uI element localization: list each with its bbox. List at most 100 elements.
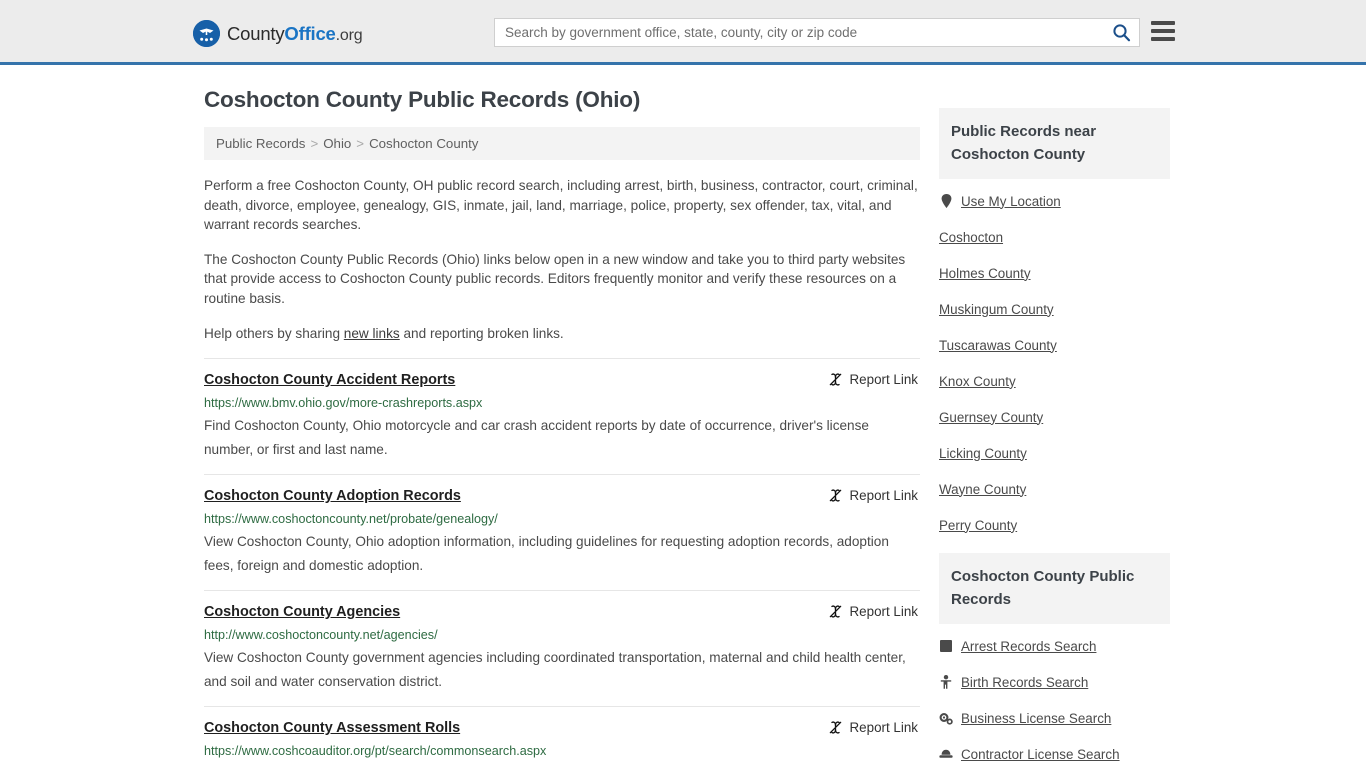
report-link-label: Report Link: [849, 720, 918, 736]
breadcrumb-item-public-records[interactable]: Public Records: [216, 136, 305, 151]
sidebar-link-label[interactable]: Knox County: [939, 374, 1016, 389]
result-header: Coshocton County Agencies Report Link: [204, 604, 920, 621]
records-panel-list: Arrest Records Search Birth Records Sear…: [939, 624, 1170, 768]
sidebar-link-label[interactable]: Perry County: [939, 518, 1017, 533]
report-link-label: Report Link: [849, 604, 918, 620]
result-header: Coshocton County Assessment Rolls Report…: [204, 720, 920, 737]
logo-text-county: County: [227, 22, 285, 44]
share-text-before: Help others by sharing: [204, 325, 344, 341]
sidebar-link-label[interactable]: Holmes County: [939, 266, 1031, 281]
sidebar-link-label[interactable]: Muskingum County: [939, 302, 1054, 317]
sidebar-link-label[interactable]: Tuscarawas County: [939, 338, 1057, 353]
sidebar-item-guernsey-county[interactable]: Guernsey County: [939, 399, 1170, 435]
result-url: https://www.coshcoauditor.org/pt/search/…: [204, 744, 547, 759]
result-title-link[interactable]: Coshocton County Assessment Rolls: [204, 720, 460, 737]
result-url: https://www.coshoctoncounty.net/probate/…: [204, 512, 498, 527]
result-title-link[interactable]: Coshocton County Adoption Records: [204, 488, 461, 505]
result-description: View Coshocton County government agencie…: [204, 650, 906, 690]
report-link-button[interactable]: Report Link: [828, 372, 920, 387]
sidebar-item-birth-records-search[interactable]: Birth Records Search: [939, 664, 1170, 700]
result-title-link[interactable]: Coshocton County Accident Reports: [204, 372, 455, 389]
breadcrumb-separator: >: [310, 136, 319, 151]
sidebar-item-knox-county[interactable]: Knox County: [939, 363, 1170, 399]
hamburger-bar: [1151, 29, 1175, 33]
sidebar-link-label[interactable]: Licking County: [939, 446, 1027, 461]
result-description: View Coshocton County, Ohio adoption inf…: [204, 534, 889, 574]
result-header: Coshocton County Adoption Records Report…: [204, 488, 920, 505]
hamburger-bar: [1151, 21, 1175, 25]
map-pin-icon: [939, 194, 953, 208]
sidebar-item-licking-county[interactable]: Licking County: [939, 435, 1170, 471]
search-input[interactable]: [495, 19, 1103, 46]
intro-paragraph-2: The Coshocton County Public Records (Ohi…: [204, 251, 906, 306]
sidebar-link-label[interactable]: Business License Search: [961, 711, 1111, 726]
breadcrumb-item-ohio[interactable]: Ohio: [323, 136, 351, 151]
new-links-link[interactable]: new links: [344, 326, 400, 341]
hamburger-menu-icon[interactable]: [1151, 21, 1175, 41]
sidebar-item-tuscarawas-county[interactable]: Tuscarawas County: [939, 327, 1170, 363]
sidebar-item-use-my-location[interactable]: Use My Location: [939, 183, 1170, 219]
hamburger-bar: [1151, 37, 1175, 41]
site-logo[interactable]: CountyOffice.org: [193, 20, 363, 47]
result-item: Coshocton County Accident Reports Report…: [204, 358, 920, 474]
results-list: Coshocton County Accident Reports Report…: [204, 358, 920, 768]
nearby-panel-list: Use My Location Coshocton Holmes County …: [939, 179, 1170, 543]
sidebar-item-muskingum-county[interactable]: Muskingum County: [939, 291, 1170, 327]
sidebar-item-arrest-records-search[interactable]: Arrest Records Search: [939, 628, 1170, 664]
report-link-button[interactable]: Report Link: [828, 720, 920, 735]
result-item: Coshocton County Agencies Report Link ht…: [204, 590, 920, 706]
report-link-label: Report Link: [849, 488, 918, 504]
page-title: Coshocton County Public Records (Ohio): [204, 87, 641, 112]
search-bar[interactable]: [494, 18, 1140, 47]
broken-link-icon: [829, 721, 841, 734]
sidebar-item-holmes-county[interactable]: Holmes County: [939, 255, 1170, 291]
baby-icon: [939, 675, 953, 689]
eagle-shield-logo-icon: [193, 20, 220, 47]
breadcrumb-item-coshocton-county: Coshocton County: [369, 136, 479, 151]
sidebar-item-business-license-search[interactable]: Business License Search: [939, 700, 1170, 736]
broken-link-icon: [829, 489, 841, 502]
hard-hat-icon: [939, 749, 953, 760]
sidebar-item-contractor-license-search[interactable]: Contractor License Search: [939, 736, 1170, 768]
search-icon: [1112, 24, 1130, 42]
intro-paragraph-1: Perform a free Coshocton County, OH publ…: [204, 178, 918, 233]
sidebar-item-perry-county[interactable]: Perry County: [939, 507, 1170, 543]
broken-link-icon: [829, 605, 841, 618]
records-panel-title: Coshocton County Public Records: [939, 553, 1170, 624]
result-url: https://www.bmv.ohio.gov/more-crashrepor…: [204, 396, 483, 411]
sidebar-link-label[interactable]: Contractor License Search: [961, 747, 1120, 762]
sidebar: Public Records near Coshocton County Use…: [939, 108, 1170, 768]
report-link-button[interactable]: Report Link: [828, 488, 920, 503]
result-url: http://www.coshoctoncounty.net/agencies/: [204, 628, 438, 643]
site-header: CountyOffice.org: [0, 0, 1366, 65]
sidebar-link-label[interactable]: Use My Location: [961, 194, 1061, 209]
broken-link-icon: [829, 373, 841, 386]
result-description: Search Coshocton County property assessm…: [204, 762, 920, 768]
result-item: Coshocton County Assessment Rolls Report…: [204, 706, 920, 768]
result-title-link[interactable]: Coshocton County Agencies: [204, 604, 400, 621]
sidebar-link-label[interactable]: Coshocton: [939, 230, 1003, 245]
nearby-panel-title: Public Records near Coshocton County: [939, 108, 1170, 179]
intro-paragraph-3: Help others by sharing new links and rep…: [204, 324, 920, 344]
sidebar-link-label[interactable]: Arrest Records Search: [961, 639, 1096, 654]
breadcrumb: Public Records > Ohio > Coshocton County: [204, 127, 920, 160]
sidebar-link-label[interactable]: Guernsey County: [939, 410, 1043, 425]
county-records-panel: Coshocton County Public Records Arrest R…: [939, 553, 1170, 768]
result-header: Coshocton County Accident Reports Report…: [204, 372, 920, 389]
sidebar-item-wayne-county[interactable]: Wayne County: [939, 471, 1170, 507]
search-button[interactable]: [1103, 19, 1139, 46]
sidebar-link-label[interactable]: Birth Records Search: [961, 675, 1088, 690]
gears-icon: [939, 712, 953, 725]
breadcrumb-separator: >: [356, 136, 365, 151]
nearby-records-panel: Public Records near Coshocton County Use…: [939, 108, 1170, 543]
intro-text: Perform a free Coshocton County, OH publ…: [204, 176, 920, 343]
report-link-label: Report Link: [849, 372, 918, 388]
sidebar-link-label[interactable]: Wayne County: [939, 482, 1026, 497]
sidebar-item-coshocton[interactable]: Coshocton: [939, 219, 1170, 255]
logo-text-org: .org: [335, 26, 363, 44]
logo-wordmark: CountyOffice.org: [227, 22, 363, 45]
main-content: Coshocton County Public Records (Ohio) P…: [204, 87, 920, 768]
result-item: Coshocton County Adoption Records Report…: [204, 474, 920, 590]
report-link-button[interactable]: Report Link: [828, 604, 920, 619]
fingerprint-square-icon: [939, 640, 953, 652]
